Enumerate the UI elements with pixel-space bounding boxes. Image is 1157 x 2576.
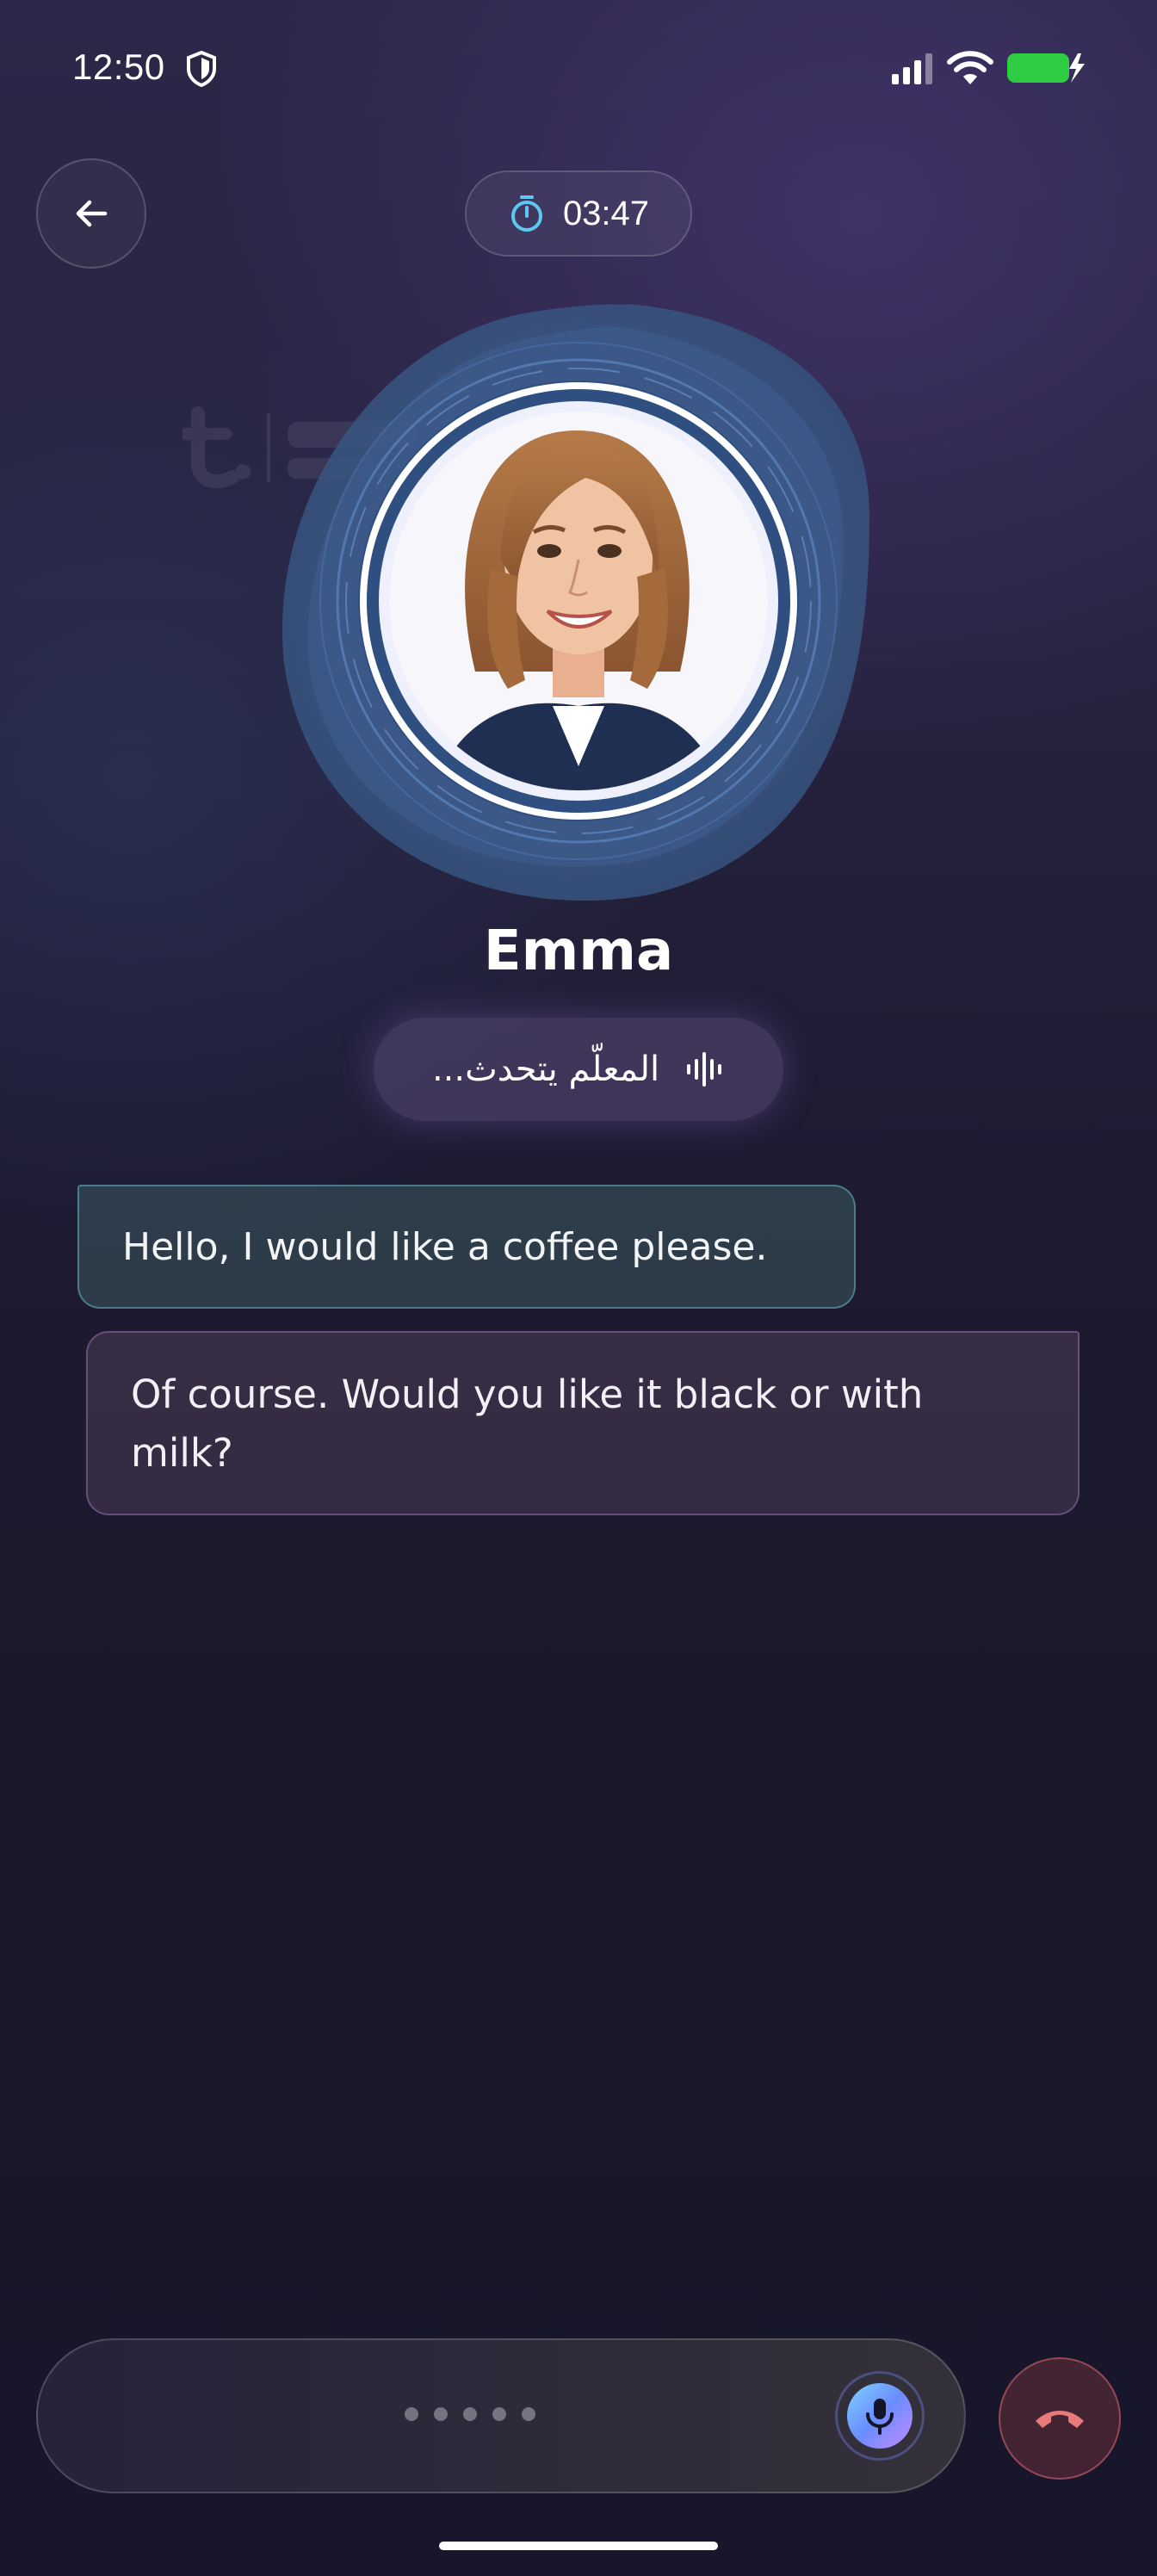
audio-level-dots [405,2407,535,2421]
level-dot [492,2407,506,2421]
shield-icon [187,50,216,88]
tutor-message-bubble: Of course. Would you like it black or wi… [86,1331,1080,1515]
timer-text: 03:47 [562,194,650,232]
mic-button[interactable] [847,2383,913,2449]
user-message-bubble: Hello, I would like a coffee please. [77,1185,856,1309]
hangup-button[interactable] [999,2357,1121,2480]
level-dot [405,2407,418,2421]
wifi-icon [947,51,993,84]
stopwatch-icon [510,195,542,232]
phone-hangup-icon [1036,2411,1084,2428]
level-dot [522,2407,535,2421]
waveform-icon [687,1052,722,1087]
tutor-avatar [282,304,869,901]
level-dot [463,2407,477,2421]
microphone-icon [866,2399,894,2435]
status-time: 12:50 [72,46,165,87]
back-button[interactable] [36,158,146,269]
battery-charging-icon [1007,53,1085,83]
arrow-left-icon [76,200,108,227]
signal-icon [892,53,932,84]
speaking-indicator: المعلّم يتحدث... [374,1018,783,1121]
level-dot [434,2407,448,2421]
call-timer: 03:47 [465,170,692,257]
tutor-name: Emma [483,920,674,983]
home-indicator[interactable] [439,2542,718,2550]
speaking-status-text: المعلّم يتحدث... [431,1050,660,1089]
